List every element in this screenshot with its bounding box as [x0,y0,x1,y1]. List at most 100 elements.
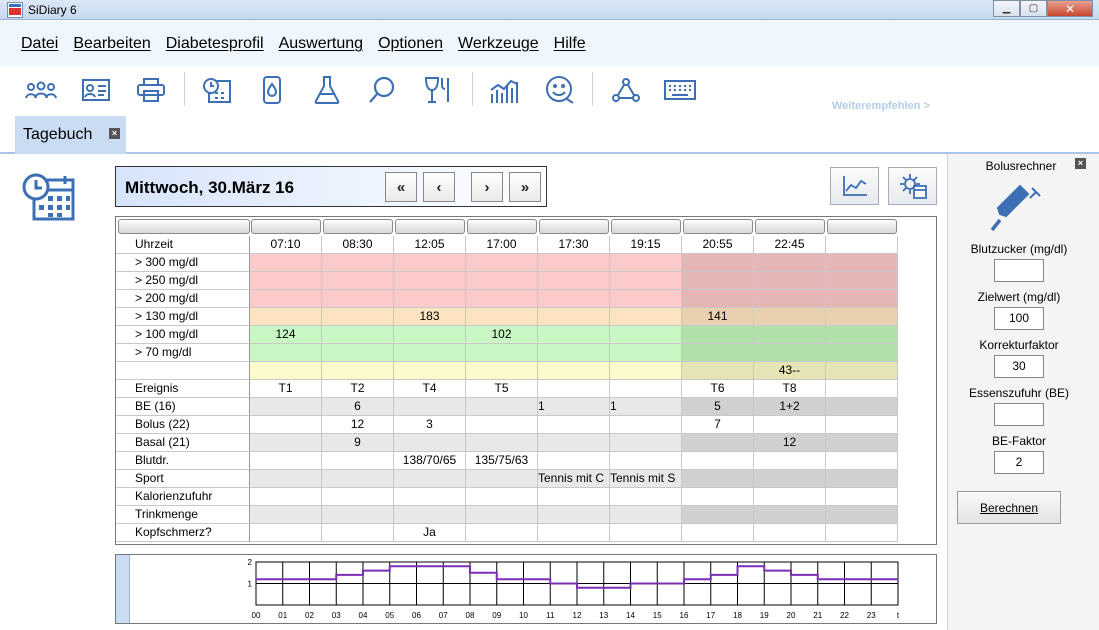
grid-cell[interactable] [754,290,826,308]
bolus-close-icon[interactable]: × [1075,158,1086,169]
tab-tagebuch[interactable]: Tagebuch × [15,116,126,154]
grid-cell[interactable] [466,506,538,524]
grid-cell[interactable] [322,272,394,290]
grid-cell[interactable] [682,470,754,488]
grid-cell[interactable] [682,434,754,452]
maximize-button[interactable]: ▢ [1020,0,1047,17]
smiley-icon[interactable] [544,74,576,106]
grid-cell[interactable] [826,452,898,470]
grid-cell[interactable] [610,452,682,470]
tab-close-icon[interactable]: × [109,128,120,139]
time-header-cell[interactable]: 07:10 [250,236,322,254]
menu-hilfe[interactable]: Hilfe [554,35,586,53]
grid-cell[interactable]: 138/70/65 [394,452,466,470]
grid-cell[interactable] [610,308,682,326]
grid-cell[interactable] [826,254,898,272]
printer-icon[interactable] [135,74,167,106]
grid-cell[interactable] [538,290,610,308]
grid-cell[interactable]: T4 [394,380,466,398]
grid-cell[interactable]: 12 [754,434,826,452]
settings-button[interactable] [888,167,937,205]
grid-cell[interactable] [682,488,754,506]
grid-cell[interactable] [322,326,394,344]
time-header-cell[interactable]: 08:30 [322,236,394,254]
grid-cell[interactable] [250,452,322,470]
grid-cell[interactable] [466,434,538,452]
grid-cell[interactable] [538,416,610,434]
grid-cell[interactable]: 135/75/63 [466,452,538,470]
menu-werkzeuge[interactable]: Werkzeuge [458,35,539,53]
grid-cell[interactable] [466,362,538,380]
grid-cell[interactable] [250,524,322,542]
grid-cell[interactable] [250,290,322,308]
chart-view-button[interactable] [830,167,879,205]
bolus-field-input[interactable] [994,259,1044,282]
calculate-button[interactable]: Berechnen [957,491,1061,524]
grid-cell[interactable] [466,272,538,290]
grid-cell[interactable] [826,416,898,434]
search-icon[interactable] [366,74,398,106]
grid-cell[interactable] [250,362,322,380]
grid-cell[interactable] [322,524,394,542]
grid-cell[interactable] [610,344,682,362]
column-header-button[interactable] [539,219,609,234]
grid-cell[interactable] [826,344,898,362]
grid-cell[interactable]: 102 [466,326,538,344]
grid-cell[interactable]: 9 [322,434,394,452]
grid-cell[interactable]: 12 [322,416,394,434]
grid-cell[interactable] [682,452,754,470]
grid-cell[interactable] [754,506,826,524]
grid-cell[interactable] [754,452,826,470]
grid-cell[interactable] [538,506,610,524]
flask-icon[interactable] [311,74,343,106]
time-header-cell[interactable]: 20:55 [682,236,754,254]
grid-cell[interactable] [394,272,466,290]
grid-cell[interactable] [322,254,394,272]
grid-cell[interactable] [538,344,610,362]
clock-calendar-icon[interactable] [201,74,233,106]
grid-cell[interactable]: 141 [682,308,754,326]
grid-cell[interactable] [394,290,466,308]
grid-cell[interactable] [610,254,682,272]
network-icon[interactable] [610,74,642,106]
grid-cell[interactable] [250,470,322,488]
grid-cell[interactable] [394,470,466,488]
grid-cell[interactable] [826,398,898,416]
menu-diabetesprofil[interactable]: Diabetesprofil [166,35,264,53]
grid-cell[interactable] [826,308,898,326]
grid-cell[interactable] [322,488,394,506]
grid-cell[interactable] [826,434,898,452]
grid-cell[interactable] [826,326,898,344]
grid-cell[interactable] [610,488,682,506]
recommend-link[interactable]: Weiterempfehlen > [832,100,930,112]
grid-cell[interactable] [322,470,394,488]
grid-cell[interactable] [682,362,754,380]
grid-cell[interactable]: Tennis mit S [610,470,682,488]
time-header-cell[interactable]: 17:30 [538,236,610,254]
grid-cell[interactable]: 1 [610,398,682,416]
grid-cell[interactable] [466,416,538,434]
grid-cell[interactable]: T1 [250,380,322,398]
bolus-field-input[interactable]: 2 [994,451,1044,474]
grid-cell[interactable] [250,398,322,416]
grid-cell[interactable] [250,254,322,272]
grid-cell[interactable] [610,506,682,524]
last-page-button[interactable]: » [509,172,541,202]
grid-cell[interactable]: 5 [682,398,754,416]
grid-cell[interactable] [250,434,322,452]
grid-cell[interactable] [754,344,826,362]
grid-cell[interactable] [322,362,394,380]
grid-cell[interactable] [322,452,394,470]
column-header-button[interactable] [323,219,393,234]
column-header-button[interactable] [827,219,897,234]
people-icon[interactable] [25,74,57,106]
column-header-button[interactable] [467,219,537,234]
previous-day-button[interactable]: ‹ [423,172,455,202]
grid-cell[interactable] [394,326,466,344]
grid-cell[interactable]: 1 [538,398,610,416]
column-header-button[interactable] [251,219,321,234]
menu-bearbeiten[interactable]: Bearbeiten [73,35,150,53]
close-button[interactable]: ✕ [1047,0,1093,17]
grid-cell[interactable] [538,380,610,398]
grid-cell[interactable] [250,506,322,524]
